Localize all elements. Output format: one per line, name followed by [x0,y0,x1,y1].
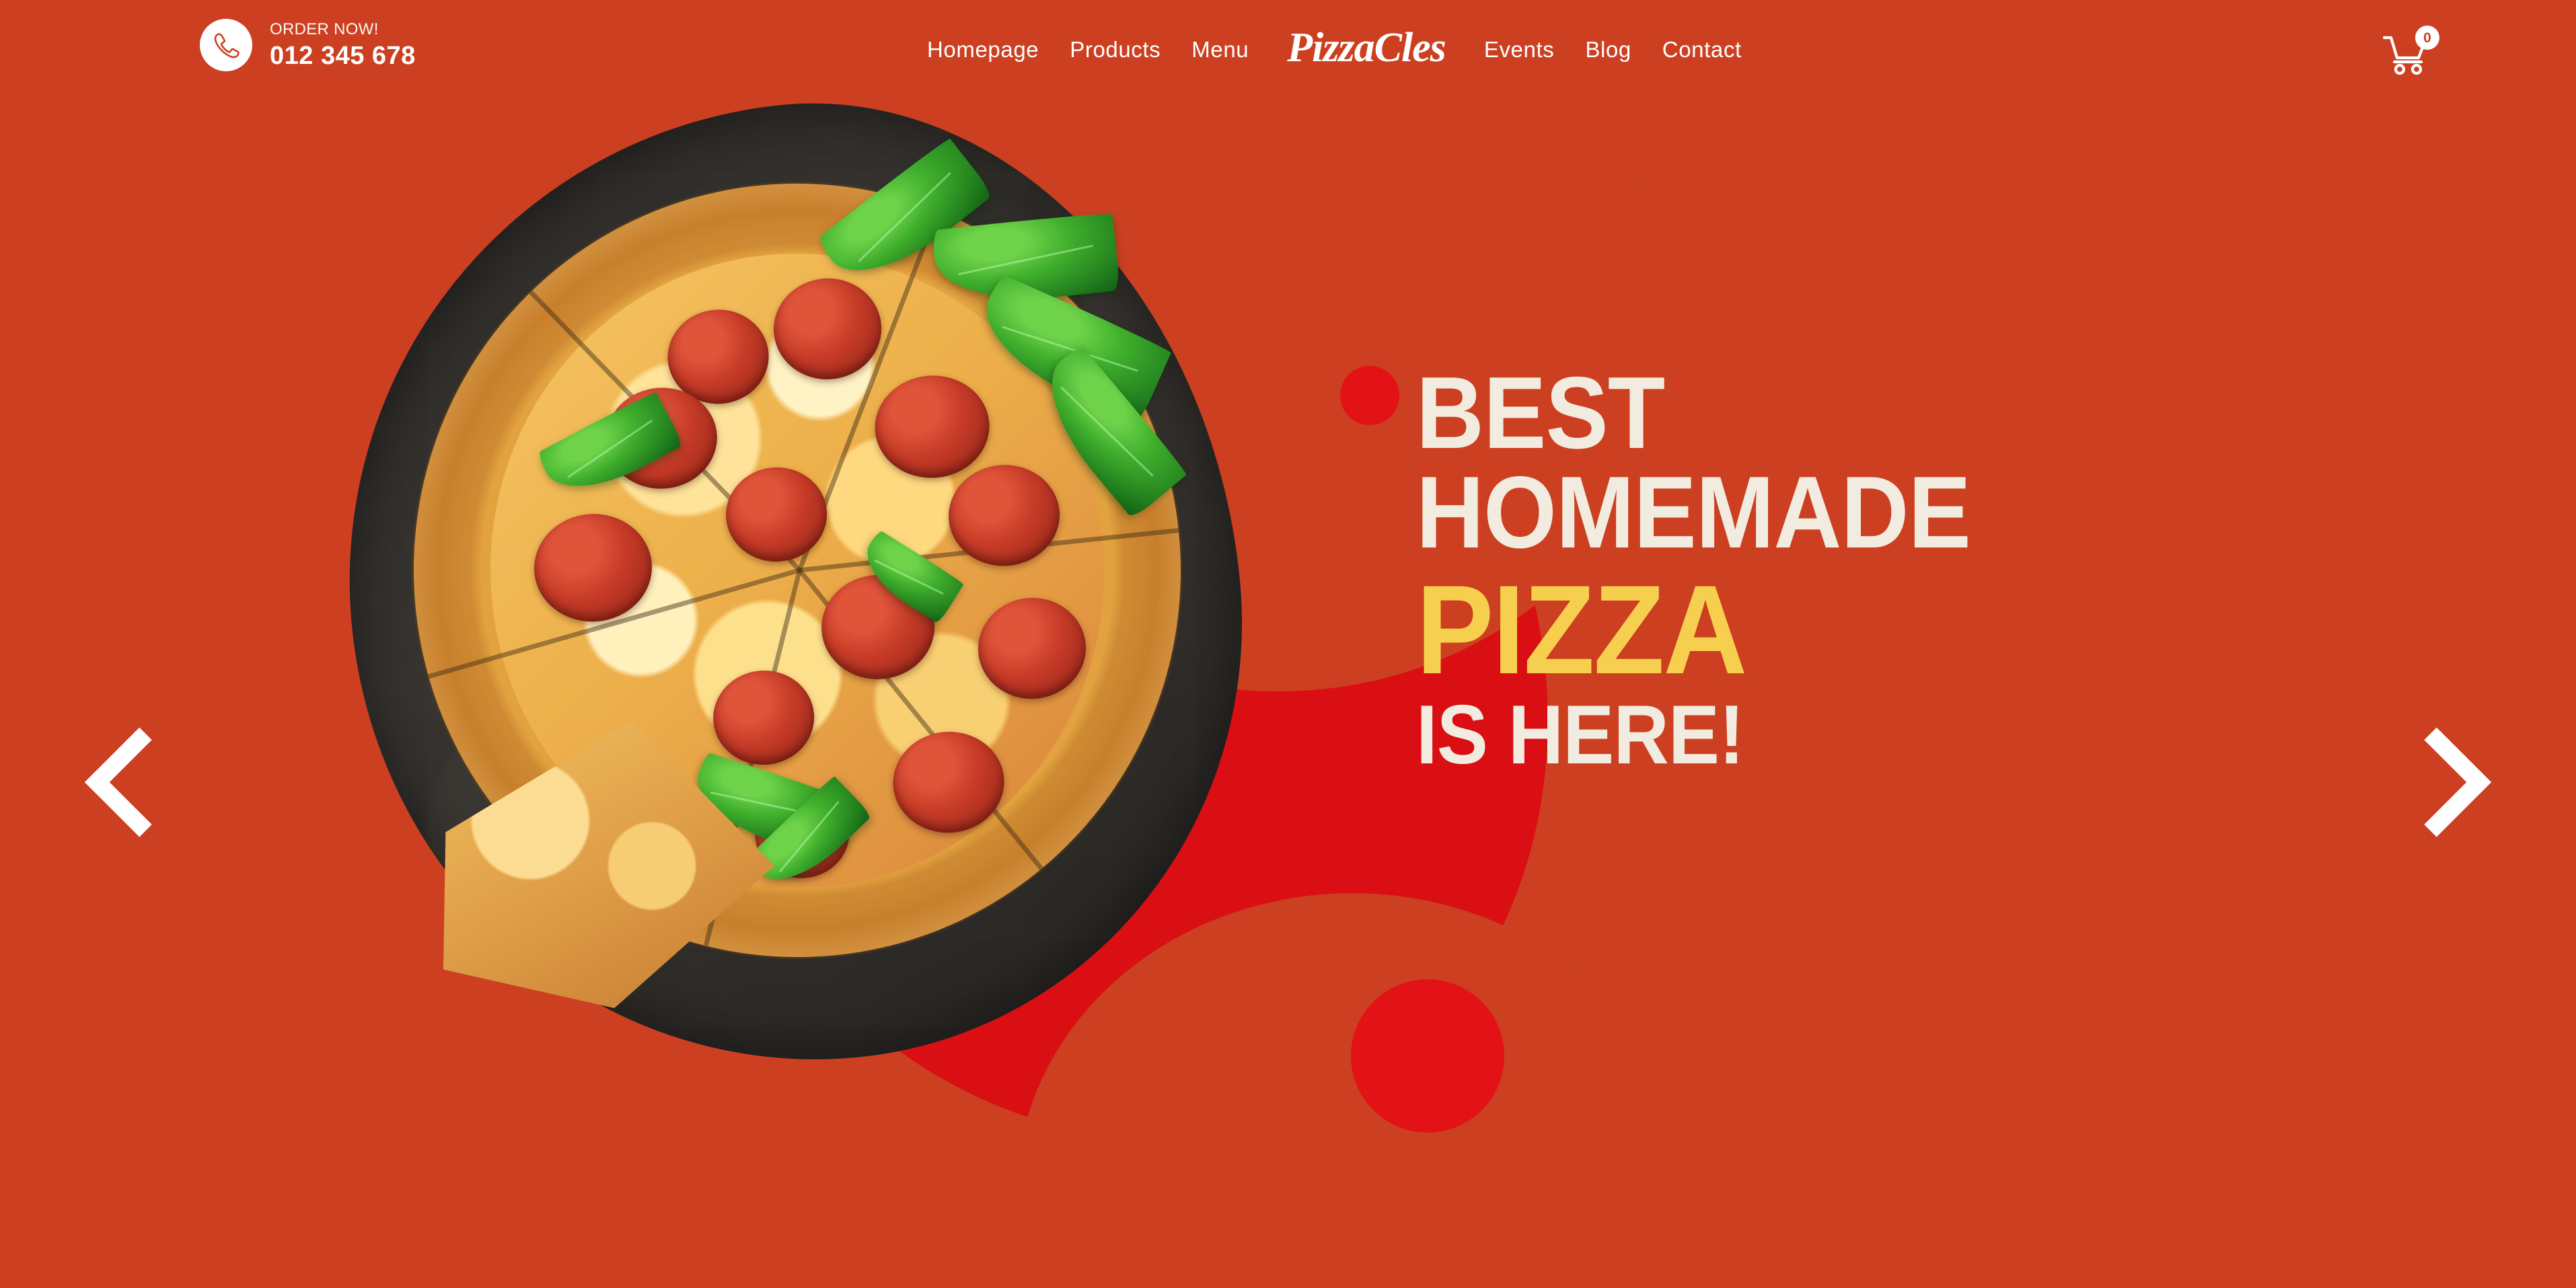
chevron-left-icon [84,727,194,837]
headline-line-2: Homemade [1416,455,1971,570]
brand-logo[interactable]: PizzaCles [1264,24,1469,72]
cart-button[interactable]: 0 [2383,26,2439,75]
page-root: ORDER NOW! 012 345 678 Homepage Products… [0,0,2576,1288]
headline-line-3: Pizza [1416,558,1747,700]
order-now-label: ORDER NOW! [270,20,379,38]
hero-slider: Best Homemade Pizza Is Here! [0,0,2576,1288]
main-navigation: Homepage Products Menu PizzaCles Events … [912,0,1757,100]
nav-item-contact[interactable]: Contact [1647,37,1757,63]
phone-icon [200,19,252,71]
order-phone-number[interactable]: 012 345 678 [270,43,416,69]
nav-item-blog[interactable]: Blog [1570,37,1646,63]
hero-headline: Best Homemade Pizza Is Here! [1416,356,2019,782]
nav-item-events[interactable]: Events [1469,37,1570,63]
nav-item-menu[interactable]: Menu [1176,37,1264,63]
site-header: ORDER NOW! 012 345 678 Homepage Products… [0,0,2576,100]
slider-next-button[interactable] [2382,705,2502,860]
hero-pizza-image [302,62,1286,1106]
headline-line-1: Best [1416,356,1665,470]
decorative-dot-small [1340,366,1399,425]
decorative-dot-large [1351,979,1504,1133]
nav-item-products[interactable]: Products [1054,37,1176,63]
headline-line-4: Is Here! [1416,688,1744,782]
nav-item-homepage[interactable]: Homepage [912,37,1054,63]
chevron-right-icon [2382,727,2492,837]
cart-count-badge: 0 [2415,26,2439,50]
slider-prev-button[interactable] [74,705,194,860]
order-now-block[interactable]: ORDER NOW! 012 345 678 [200,19,416,71]
